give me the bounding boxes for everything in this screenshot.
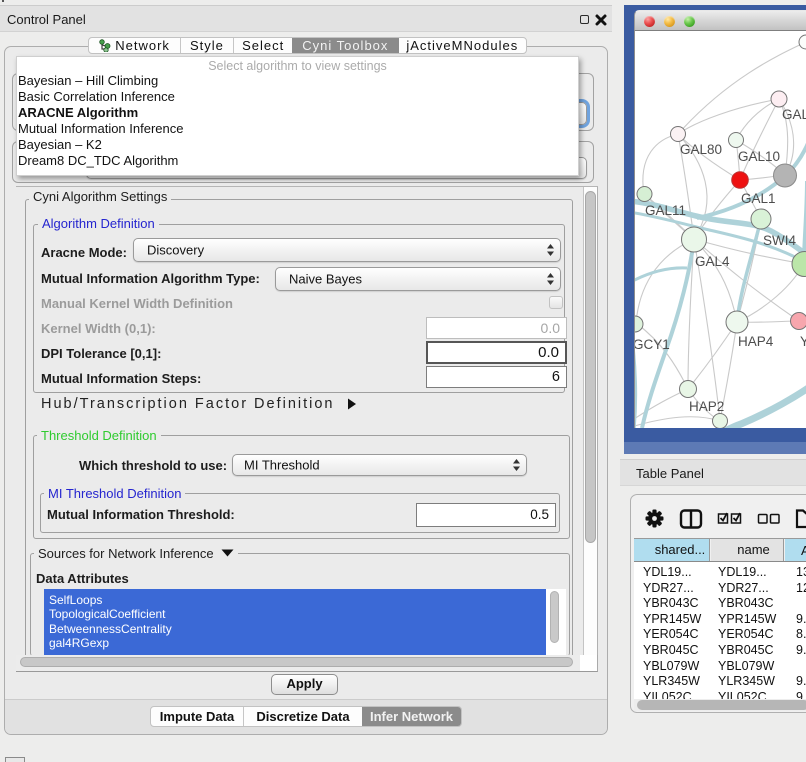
svg-text:GAL11: GAL11 (645, 203, 686, 218)
svg-text:GAL80: GAL80 (680, 142, 722, 157)
svg-text:Y: Y (800, 334, 806, 349)
svg-text:GCY1: GCY1 (635, 337, 670, 352)
svg-text:HAP2: HAP2 (689, 399, 724, 414)
svg-text:SWI4: SWI4 (763, 233, 796, 248)
svg-text:GAL4: GAL4 (695, 254, 730, 269)
svg-text:HAP4: HAP4 (738, 334, 774, 349)
svg-text:GAL: GAL (782, 107, 806, 122)
svg-text:GAL10: GAL10 (738, 149, 780, 164)
svg-text:GAL1: GAL1 (741, 191, 776, 206)
